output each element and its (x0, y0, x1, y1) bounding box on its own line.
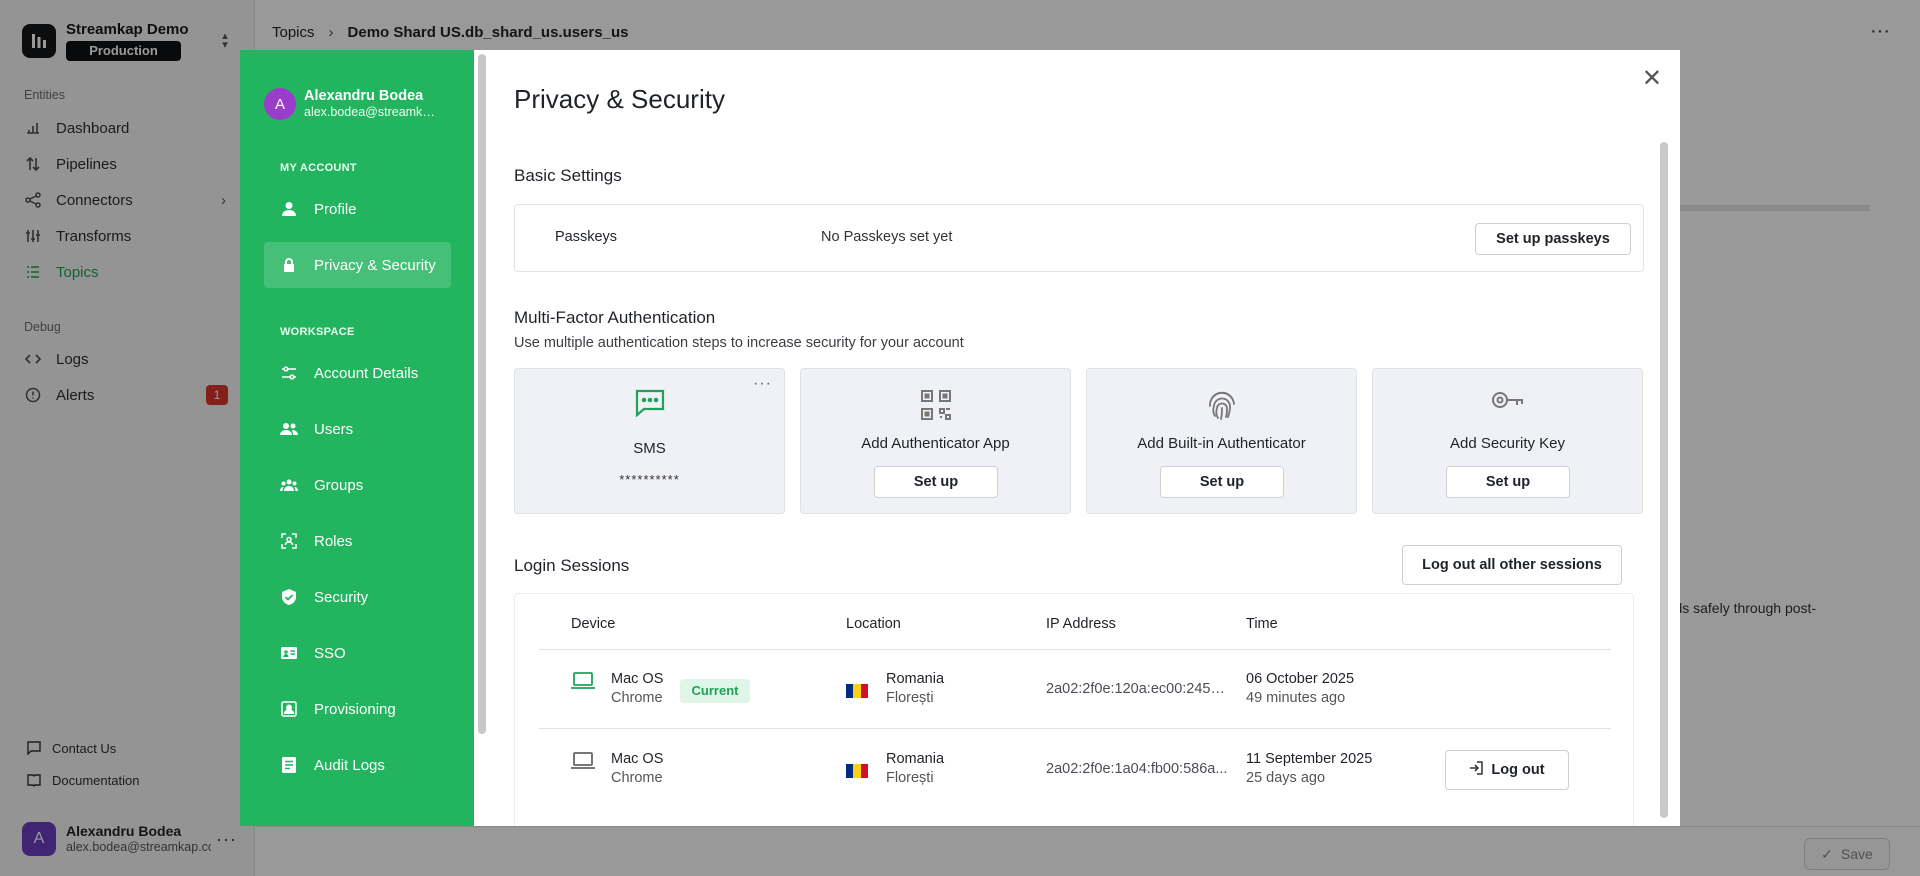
ip-address: 2a02:2f0e:120a:ec00:2454... (1046, 681, 1230, 697)
mfa-label: SMS (633, 440, 666, 457)
log-in-arrow-icon (1469, 761, 1484, 779)
id-scan-icon (280, 532, 298, 550)
key-icon (1373, 389, 1642, 419)
mfa-label: Add Built-in Authenticator (1137, 435, 1306, 452)
log-out-session-button[interactable]: Log out (1445, 750, 1569, 790)
fingerprint-icon (1087, 389, 1356, 420)
mfa-card-builtin-authenticator: Add Built-in Authenticator Set up (1086, 368, 1357, 514)
mfa-label: Add Security Key (1449, 435, 1566, 452)
set-up-builtin-authenticator-button[interactable]: Set up (1160, 466, 1284, 498)
location-country: Romania (886, 751, 945, 767)
user-email: alex.bodea@streamkap.com (304, 105, 436, 119)
user-name: Alexandru Bodea (304, 88, 424, 104)
settings-item-profile[interactable]: Profile (264, 186, 451, 232)
set-up-passkeys-button[interactable]: Set up passkeys (1475, 223, 1631, 255)
sessions-table: Device Location IP Address Time Mac OS C… (514, 593, 1634, 826)
settings-item-label: Audit Logs (314, 756, 385, 774)
user-frame-icon (280, 700, 298, 718)
close-icon[interactable]: ✕ (1642, 64, 1662, 93)
settings-item-label: SSO (314, 644, 346, 662)
set-up-authenticator-button[interactable]: Set up (874, 466, 998, 498)
message-icon (515, 389, 784, 419)
settings-item-security[interactable]: Security (264, 574, 451, 620)
mfa-card-sms: ··· SMS ********** (514, 368, 785, 514)
session-date: 11 September 2025 (1246, 751, 1373, 767)
shield-check-icon (280, 588, 298, 606)
settings-item-account-details[interactable]: Account Details (264, 350, 451, 396)
mfa-phone-masked: ********** (619, 472, 680, 487)
current-session-badge: Current (680, 679, 750, 703)
mfa-card-security-key: Add Security Key Set up (1372, 368, 1643, 514)
lock-icon (280, 256, 298, 274)
users-icon (280, 420, 298, 438)
settings-item-label: Privacy & Security (314, 256, 436, 274)
column-header-ip: IP Address (1046, 616, 1116, 632)
column-header-time: Time (1246, 616, 1278, 632)
device-browser: Chrome (611, 770, 663, 786)
settings-item-privacy-security[interactable]: Privacy & Security (264, 242, 451, 288)
settings-item-label: Provisioning (314, 700, 396, 718)
laptop-icon (571, 752, 595, 776)
session-date: 06 October 2025 (1246, 671, 1355, 687)
set-up-security-key-button[interactable]: Set up (1446, 466, 1570, 498)
device-os: Mac OS (611, 751, 664, 767)
settings-item-users[interactable]: Users (264, 406, 451, 452)
column-header-location: Location (846, 616, 901, 632)
settings-content: Privacy & Security ✕ Basic Settings Pass… (474, 50, 1680, 826)
column-header-device: Device (571, 616, 616, 632)
device-os: Mac OS (611, 671, 664, 687)
id-card-icon (280, 644, 298, 662)
settings-item-audit-logs[interactable]: Audit Logs (264, 742, 451, 788)
workspace-section-label: WORKSPACE (280, 326, 355, 338)
mfa-card-authenticator-app: Add Authenticator App Set up (800, 368, 1071, 514)
settings-item-label: Roles (314, 532, 353, 550)
log-out-all-sessions-button[interactable]: Log out all other sessions (1402, 545, 1622, 585)
settings-sidebar: A Alexandru Bodea alex.bodea@streamkap.c… (240, 50, 474, 826)
settings-item-roles[interactable]: Roles (264, 518, 451, 564)
ip-address: 2a02:2f0e:1a04:fb00:586a... (1046, 761, 1228, 777)
location-city: Florești (886, 690, 934, 706)
settings-item-provisioning[interactable]: Provisioning (264, 686, 451, 732)
romania-flag-icon (846, 684, 868, 698)
session-ago: 49 minutes ago (1246, 690, 1346, 706)
content-scrollbar[interactable] (1660, 142, 1668, 818)
settings-item-label: Security (314, 588, 369, 606)
settings-item-label: Account Details (314, 364, 419, 382)
laptop-icon (571, 672, 595, 696)
location-country: Romania (886, 671, 945, 687)
device-browser: Chrome (611, 690, 663, 706)
location-city: Florești (886, 770, 934, 786)
login-sessions-heading: Login Sessions (514, 556, 630, 575)
groups-icon (280, 476, 298, 494)
settings-item-groups[interactable]: Groups (264, 462, 451, 508)
modal-user: A Alexandru Bodea alex.bodea@streamkap.c… (264, 88, 436, 120)
passkeys-card: Passkeys No Passkeys set yet Set up pass… (514, 204, 1644, 272)
table-divider (539, 649, 1611, 650)
settings-item-label: Groups (314, 476, 364, 494)
settings-item-sso[interactable]: SSO (264, 630, 451, 676)
mfa-description: Use multiple authentication steps to inc… (514, 335, 964, 351)
sliders-icon (280, 364, 298, 382)
qr-code-icon (801, 389, 1070, 420)
table-divider (539, 728, 1611, 729)
settings-modal: A Alexandru Bodea alex.bodea@streamkap.c… (240, 50, 1680, 826)
settings-item-label: Users (314, 420, 354, 438)
page-title: Privacy & Security (514, 84, 725, 114)
avatar: A (264, 88, 296, 120)
passkeys-status: No Passkeys set yet (821, 229, 953, 245)
romania-flag-icon (846, 764, 868, 778)
mfa-label: Add Authenticator App (861, 435, 1010, 452)
my-account-section-label: MY ACCOUNT (280, 162, 357, 174)
user-icon (280, 200, 298, 218)
session-ago: 25 days ago (1246, 770, 1326, 786)
document-icon (280, 756, 298, 774)
basic-settings-heading: Basic Settings (514, 166, 622, 185)
mfa-heading: Multi-Factor Authentication (514, 308, 716, 327)
passkeys-label: Passkeys (555, 229, 618, 245)
settings-item-label: Profile (314, 200, 357, 218)
log-out-label: Log out (1491, 762, 1545, 778)
